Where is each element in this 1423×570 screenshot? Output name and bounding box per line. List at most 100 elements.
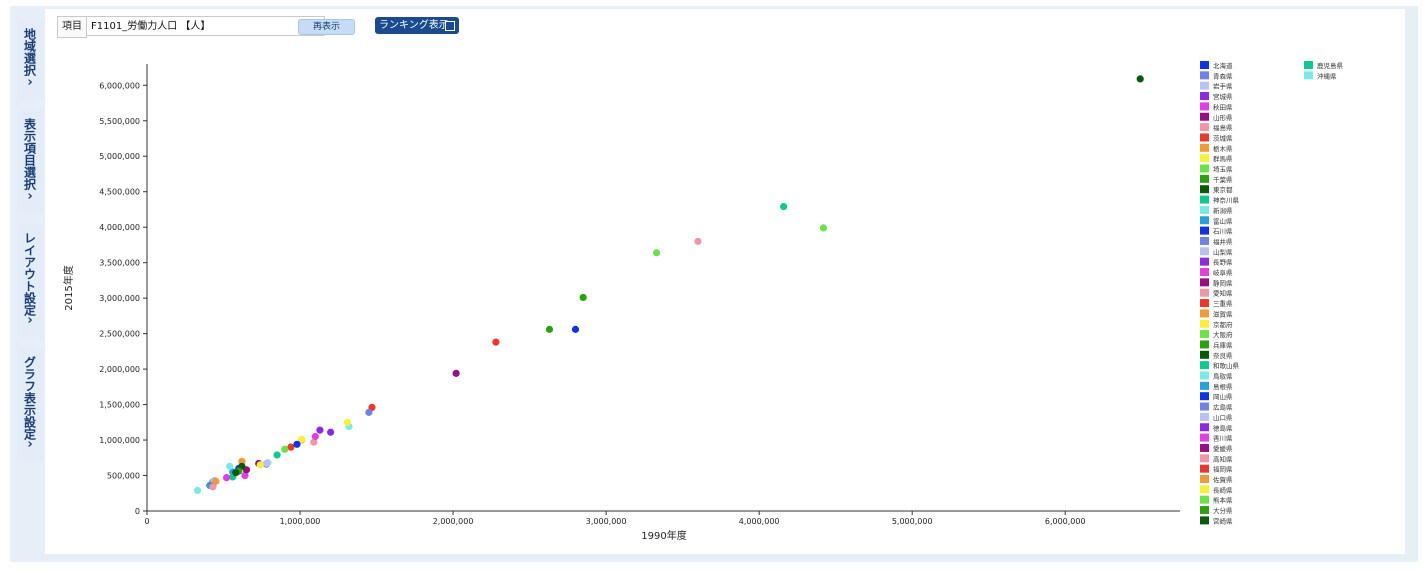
legend-label: 佐賀県 <box>1213 475 1233 484</box>
legend-label: 三重県 <box>1213 300 1233 308</box>
legend-swatch <box>1200 350 1209 359</box>
legend-swatch <box>1200 102 1209 111</box>
data-point <box>293 440 301 448</box>
legend-swatch <box>1200 516 1209 525</box>
x-tick-label: 0 <box>144 517 149 526</box>
legend-swatch <box>1200 143 1209 152</box>
x-tick-label: 1,000,000 <box>280 517 321 526</box>
data-point <box>780 203 788 211</box>
legend-label: 山梨県 <box>1213 247 1233 256</box>
legend-label: 山形県 <box>1213 113 1233 122</box>
legend-swatch <box>1200 226 1209 235</box>
legend-label: 長野県 <box>1213 259 1233 267</box>
legend-swatch <box>1200 485 1209 494</box>
legend-swatch <box>1200 205 1209 214</box>
y-tick-label: 1,500,000 <box>99 401 140 410</box>
legend-label: 鹿児島県 <box>1317 61 1344 70</box>
legend-label: 茨城県 <box>1213 133 1233 142</box>
legend-label: 石川県 <box>1213 228 1233 236</box>
legend-swatch <box>1200 506 1209 515</box>
legend-label: 栃木県 <box>1213 144 1233 153</box>
legend-label: 和歌山県 <box>1213 361 1240 370</box>
data-point <box>545 325 554 333</box>
legend-swatch <box>1200 268 1209 276</box>
data-point <box>327 428 335 436</box>
data-point <box>281 445 289 453</box>
legend-swatch <box>1200 361 1209 370</box>
x-tick-label: 2,000,000 <box>433 517 474 526</box>
legend-label: 奈良県 <box>1213 351 1233 360</box>
legend-swatch <box>1200 475 1209 483</box>
y-axis-label: 2015年度 <box>62 265 75 310</box>
legend-swatch <box>1200 319 1209 328</box>
x-tick-label: 5,000,000 <box>892 517 933 526</box>
y-tick-label: 3,500,000 <box>99 259 140 268</box>
legend-label: 青森県 <box>1213 71 1233 80</box>
legend-label: 岩手県 <box>1213 82 1233 91</box>
data-point <box>452 369 460 377</box>
legend-label: 広島県 <box>1213 403 1233 412</box>
data-point <box>264 459 272 467</box>
legend-swatch <box>1200 464 1209 473</box>
data-point <box>579 293 587 302</box>
data-point <box>571 325 580 333</box>
chart-points <box>193 75 1144 495</box>
legend-label: 宮城県 <box>1213 92 1233 101</box>
legend-swatch <box>1200 123 1209 132</box>
data-point <box>492 338 500 346</box>
legend-label: 埼玉県 <box>1213 165 1233 174</box>
x-tick-label: 4,000,000 <box>739 517 780 526</box>
legend-label: 愛媛県 <box>1213 444 1233 453</box>
legend-label: 富山県 <box>1213 216 1233 225</box>
legend-swatch <box>1200 402 1209 411</box>
y-tick-label: 6,000,000 <box>99 81 140 90</box>
data-point <box>273 451 281 459</box>
legend-swatch <box>1200 81 1209 90</box>
legend-label: 福井県 <box>1213 237 1233 246</box>
legend-label: 滋賀県 <box>1213 309 1233 318</box>
legend-label: 熊本県 <box>1213 496 1233 505</box>
legend-label: 福島県 <box>1213 123 1233 132</box>
legend-label: 静岡県 <box>1213 278 1233 287</box>
legend-swatch <box>1200 216 1209 225</box>
legend-swatch <box>1200 454 1209 463</box>
y-tick-label: 4,500,000 <box>99 188 140 197</box>
legend-label: 愛知県 <box>1213 289 1233 298</box>
legend-swatch <box>1200 371 1209 380</box>
legend-label: 大分県 <box>1213 506 1233 515</box>
legend-label: 香川県 <box>1213 434 1233 443</box>
legend-swatch <box>1200 423 1209 432</box>
data-point <box>316 426 324 434</box>
legend-swatch <box>1200 92 1209 101</box>
legend-swatch <box>1200 412 1209 421</box>
legend-swatch <box>1200 133 1209 142</box>
legend-swatch <box>1200 443 1209 452</box>
data-point <box>256 461 264 469</box>
legend-label: 島根県 <box>1213 382 1233 391</box>
data-point <box>222 474 231 482</box>
y-tick-label: 1,000,000 <box>99 436 140 445</box>
legend-swatch <box>1200 174 1209 183</box>
scatter-chart: 0 1,000,000 2,000,000 3,000,000 4,000,000 5,0… <box>62 61 1344 542</box>
legend-swatch <box>1200 71 1209 80</box>
data-point <box>287 443 295 451</box>
legend-swatch <box>1200 195 1209 204</box>
legend-swatch <box>1200 164 1209 173</box>
legend-swatch <box>1200 299 1209 308</box>
legend-label: 兵庫県 <box>1213 340 1233 349</box>
legend-swatch <box>1200 257 1209 266</box>
data-point <box>343 418 352 426</box>
y-tick-label: 5,500,000 <box>99 117 140 126</box>
legend-swatch <box>1200 433 1209 442</box>
legend-label: 神奈川県 <box>1213 196 1240 205</box>
legend-swatch <box>1200 185 1209 194</box>
data-point <box>232 469 240 477</box>
data-point <box>694 237 702 245</box>
legend-swatch <box>1200 495 1209 504</box>
y-tick-label: 2,500,000 <box>99 330 140 339</box>
x-tick-label: 6,000,000 <box>1045 517 1086 526</box>
legend-label: 鳥取県 <box>1213 372 1233 381</box>
legend-label: 岐阜県 <box>1213 268 1233 277</box>
legend-label: 沖縄県 <box>1317 71 1337 80</box>
y-tick-label: 500,000 <box>107 472 140 481</box>
